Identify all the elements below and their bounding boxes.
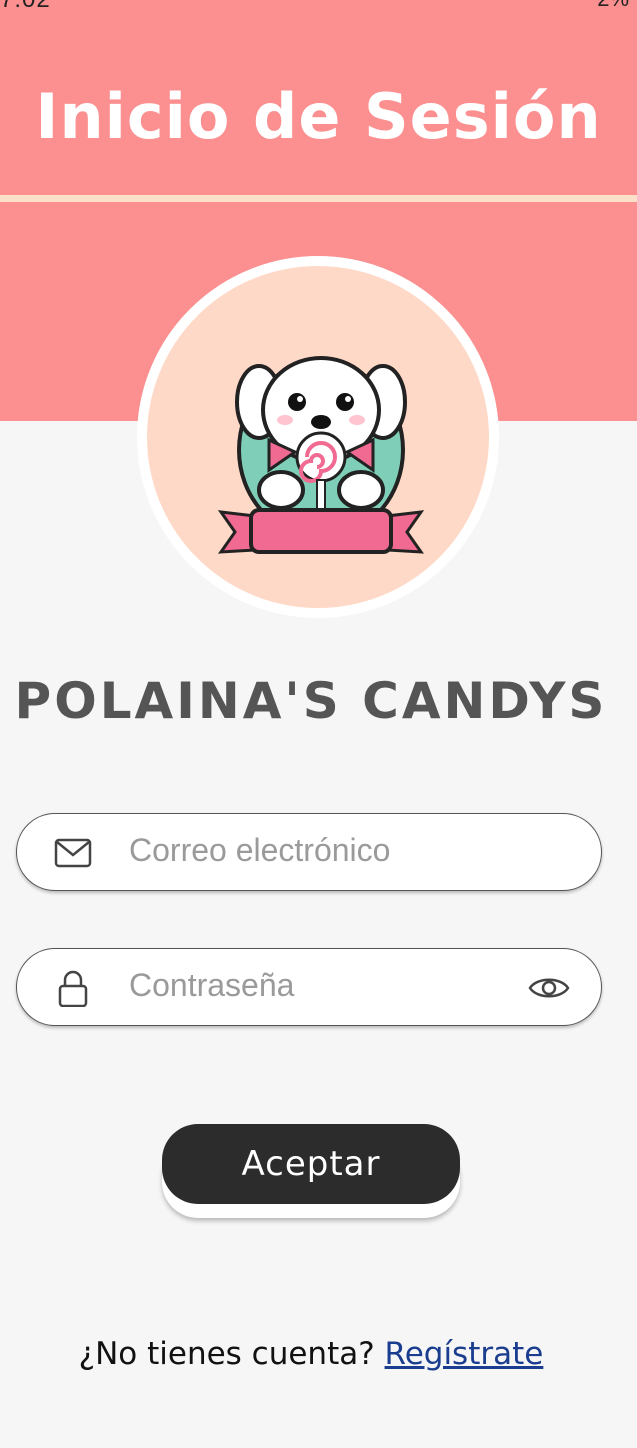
accept-button[interactable]: Aceptar bbox=[162, 1124, 460, 1204]
eye-icon[interactable] bbox=[527, 971, 571, 1005]
header-divider bbox=[0, 195, 637, 202]
status-bar: 7:02 2% bbox=[0, 0, 637, 12]
register-prompt-row: ¿No tienes cuenta? Regístrate bbox=[0, 1336, 622, 1372]
email-placeholder: Correo electrónico bbox=[129, 832, 391, 868]
email-field[interactable]: Correo electrónico bbox=[16, 813, 602, 891]
mail-icon bbox=[54, 838, 92, 868]
register-prompt: ¿No tienes cuenta? bbox=[78, 1336, 375, 1372]
password-placeholder: Contraseña bbox=[129, 967, 295, 1003]
status-battery: 2% bbox=[597, 0, 629, 12]
lock-icon bbox=[58, 970, 88, 1007]
brand-name: POLAINA'S CANDYS bbox=[14, 672, 608, 730]
register-link[interactable]: Regístrate bbox=[385, 1336, 544, 1372]
status-time: 7:02 bbox=[0, 0, 51, 12]
page-title: Inicio de Sesión bbox=[35, 80, 602, 153]
dog-candy-logo bbox=[217, 356, 425, 554]
password-field[interactable]: Contraseña bbox=[16, 948, 602, 1026]
